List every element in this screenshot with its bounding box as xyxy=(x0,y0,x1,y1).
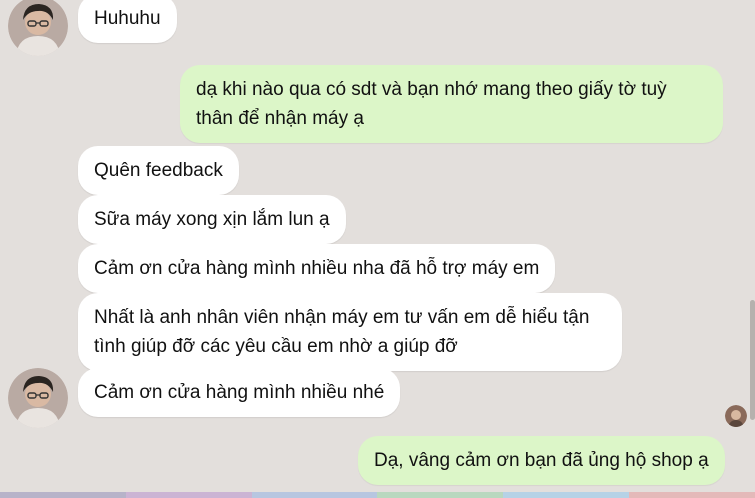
message-text-line2: thân để nhận máy ạ xyxy=(196,108,364,129)
message-text: Cảm ơn cửa hàng mình nhiều nha đã hỗ trợ… xyxy=(94,258,540,279)
message-text: Sữa máy xong xịn lắm lun ạ xyxy=(94,209,330,230)
message-text: Nhất là anh nhân viên nhận máy em tư vấn… xyxy=(94,307,590,328)
message-text: Huhuhu xyxy=(94,8,161,29)
strip-segment xyxy=(503,492,630,498)
user-avatar-icon xyxy=(8,0,68,56)
message-bubble-incoming[interactable]: Quên feedback xyxy=(78,146,239,195)
strip-segment xyxy=(629,492,755,498)
message-bubble-incoming[interactable]: Cảm ơn cửa hàng mình nhiều nhé xyxy=(78,368,401,417)
scrollbar[interactable] xyxy=(750,0,755,490)
message-bubble-incoming[interactable]: Huhuhu xyxy=(78,0,177,43)
strip-segment xyxy=(377,492,504,498)
sender-avatar[interactable] xyxy=(8,0,68,56)
strip-segment xyxy=(251,492,378,498)
message-text-line2: tình giúp đỡ các yêu cầu em nhờ a giúp đ… xyxy=(94,336,458,357)
message-bubble-incoming[interactable]: Cảm ơn cửa hàng mình nhiều nha đã hỗ trợ… xyxy=(78,244,556,293)
message-text: dạ khi nào qua có sdt và bạn nhớ mang th… xyxy=(196,79,667,100)
strip-segment xyxy=(125,492,252,498)
message-bubble-outgoing[interactable]: dạ khi nào qua có sdt và bạn nhớ mang th… xyxy=(180,65,723,143)
user-avatar-icon xyxy=(8,368,68,428)
chat-thread: Huhuhu dạ khi nào qua có sdt và bạn nhớ … xyxy=(0,0,755,498)
sender-avatar[interactable] xyxy=(8,368,68,428)
message-text: Quên feedback xyxy=(94,160,223,181)
message-bubble-incoming[interactable]: Sữa máy xong xịn lắm lun ạ xyxy=(78,195,346,244)
message-bubble-outgoing[interactable]: Dạ, vâng cảm ơn bạn đã ủng hộ shop ạ xyxy=(358,436,725,485)
seen-avatar-icon xyxy=(725,405,747,427)
message-bubble-incoming[interactable]: Nhất là anh nhân viên nhận máy em tư vấn… xyxy=(78,293,622,371)
seen-indicator xyxy=(725,405,747,427)
strip-segment xyxy=(0,492,126,498)
message-text: Dạ, vâng cảm ơn bạn đã ủng hộ shop ạ xyxy=(374,450,709,471)
scrollbar-thumb[interactable] xyxy=(750,300,755,420)
message-text: Cảm ơn cửa hàng mình nhiều nhé xyxy=(94,382,385,403)
bottom-color-strip xyxy=(0,492,755,498)
